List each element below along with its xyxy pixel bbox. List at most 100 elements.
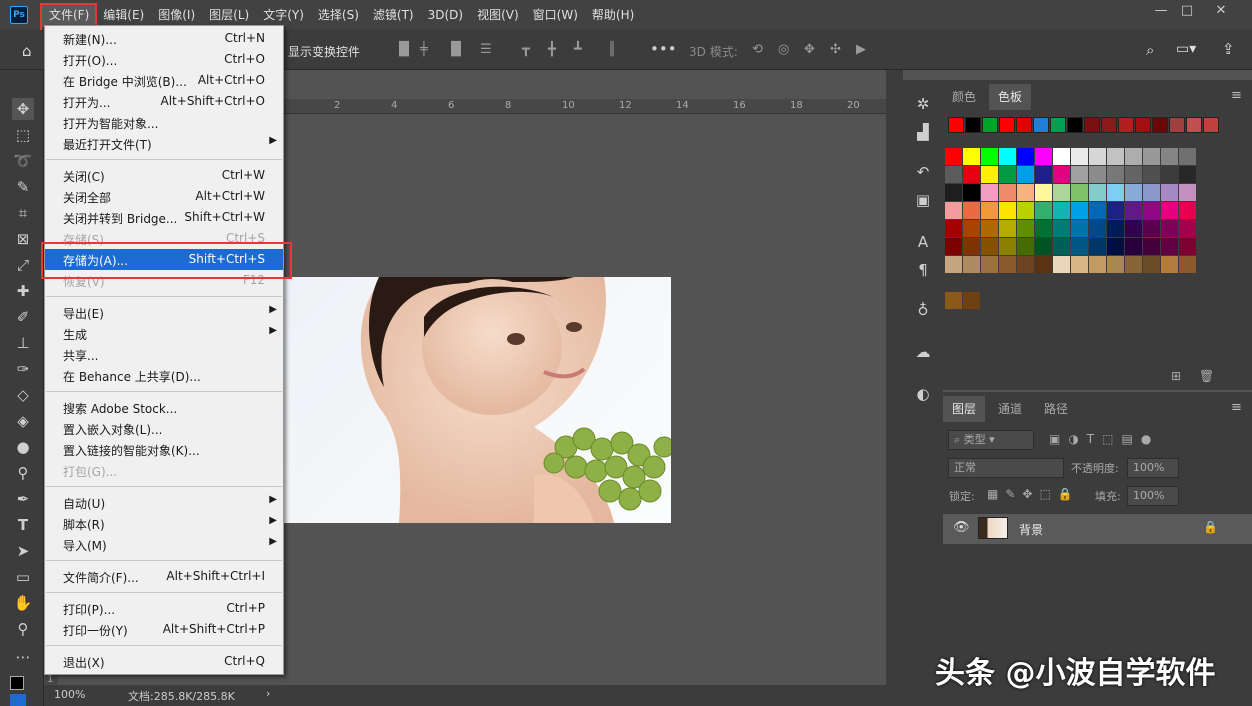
maximize-button[interactable]: □ [1170, 0, 1204, 24]
swatch[interactable] [1179, 166, 1196, 183]
swatch[interactable] [1125, 238, 1142, 255]
swatch[interactable] [1125, 148, 1142, 165]
tab-layers[interactable]: 图层 [943, 396, 986, 422]
file-menu-item[interactable]: 关闭(C) Ctrl+W [45, 165, 283, 186]
file-menu-item[interactable]: 在 Behance 上共享(D)... [45, 365, 283, 386]
character-icon[interactable]: A [913, 232, 933, 252]
swatch[interactable] [963, 292, 980, 309]
file-menu-item[interactable]: 搜索 Adobe Stock... [45, 397, 283, 418]
swatch[interactable] [1143, 184, 1160, 201]
swatch[interactable] [945, 238, 962, 255]
menu-3d[interactable]: 3D(D) [421, 3, 470, 27]
menu-filter[interactable]: 滤镜(T) [366, 3, 421, 27]
swatch[interactable] [1161, 166, 1178, 183]
swatch[interactable] [1017, 148, 1034, 165]
align-left-icon[interactable]: ▐▌ [394, 43, 414, 57]
swatch[interactable] [1035, 184, 1052, 201]
3d-pan-icon[interactable]: ✥ [804, 43, 815, 57]
tab-color[interactable]: 颜色 [943, 84, 985, 110]
swatch[interactable] [963, 256, 980, 273]
align-bottom-icon[interactable]: ┻ [574, 43, 582, 57]
swatch[interactable] [963, 148, 980, 165]
frame-tool-icon[interactable]: ⊠ [12, 228, 34, 250]
panel-menu-icon[interactable]: ≡ [1231, 88, 1242, 103]
distribute-icon[interactable]: ☰ [480, 43, 492, 57]
recent-swatch[interactable] [1118, 117, 1134, 133]
swatch[interactable] [1107, 166, 1124, 183]
swatch[interactable] [1179, 256, 1196, 273]
swatch[interactable] [1089, 166, 1106, 183]
swatch[interactable] [999, 184, 1016, 201]
histogram-icon[interactable]: ▟ [913, 122, 933, 142]
recent-swatch[interactable] [1186, 117, 1202, 133]
healing-brush-tool-icon[interactable]: ✚ [12, 280, 34, 302]
swatch[interactable] [1143, 148, 1160, 165]
swatch[interactable] [1071, 220, 1088, 237]
swatch[interactable] [945, 220, 962, 237]
recent-swatch[interactable] [1084, 117, 1100, 133]
swatch[interactable] [1125, 220, 1142, 237]
file-menu-item[interactable]: 打开为... Alt+Shift+Ctrl+O [45, 91, 283, 112]
menu-view[interactable]: 视图(V) [470, 3, 526, 27]
layers-menu-icon[interactable]: ≡ [1231, 400, 1242, 415]
recent-swatch[interactable] [999, 117, 1015, 133]
swatch[interactable] [1035, 166, 1052, 183]
swatch[interactable] [1017, 256, 1034, 273]
eyedropper-tool-icon[interactable]: ⤢ [12, 254, 34, 276]
swatch[interactable] [1017, 220, 1034, 237]
learn-icon[interactable]: ♁ [913, 300, 933, 320]
3d-roll-icon[interactable]: ◎ [778, 43, 789, 57]
opacity-input[interactable]: 100% [1127, 458, 1179, 478]
file-menu-item[interactable]: 打印一份(Y) Alt+Shift+Ctrl+P [45, 619, 283, 640]
menu-image[interactable]: 图像(I) [151, 3, 202, 27]
fill-input[interactable]: 100% [1127, 486, 1179, 506]
swatch[interactable] [945, 166, 962, 183]
swatch[interactable] [1035, 148, 1052, 165]
adjustments-layer-icon[interactable]: ◐ [913, 384, 933, 404]
history-brush-tool-icon[interactable]: ✑ [12, 358, 34, 380]
swatch[interactable] [1161, 184, 1178, 201]
more-tools-icon[interactable]: ⋯ [12, 646, 34, 668]
file-menu-item[interactable]: 导出(E) ▶ [45, 302, 283, 323]
libraries-icon[interactable]: ☁ [913, 342, 933, 362]
swatch[interactable] [1161, 148, 1178, 165]
swatch[interactable] [1179, 148, 1196, 165]
swatch[interactable] [1053, 238, 1070, 255]
brush-tool-icon[interactable]: ✐ [12, 306, 34, 328]
file-menu-item[interactable]: 置入嵌入对象(L)... [45, 418, 283, 439]
tab-swatches[interactable]: 色板 [989, 84, 1032, 110]
quick-select-tool-icon[interactable]: ✎ [12, 176, 34, 198]
file-menu-item[interactable]: 在 Bridge 中浏览(B)... Alt+Ctrl+O [45, 70, 283, 91]
swatch[interactable] [1017, 166, 1034, 183]
swatch[interactable] [981, 148, 998, 165]
swatch[interactable] [1125, 202, 1142, 219]
crop-tool-icon[interactable]: ⌗ [12, 202, 34, 224]
workspace-icon[interactable]: ▭▾ [1176, 41, 1196, 57]
recent-swatch[interactable] [1101, 117, 1117, 133]
swatch[interactable] [1179, 220, 1196, 237]
swatch[interactable] [1107, 148, 1124, 165]
swatch[interactable] [1071, 256, 1088, 273]
path-select-tool-icon[interactable]: ➤ [12, 540, 34, 562]
swatch[interactable] [1125, 256, 1142, 273]
swatch[interactable] [1179, 184, 1196, 201]
swatch[interactable] [963, 184, 980, 201]
recent-swatch[interactable] [965, 117, 981, 133]
status-arrow-icon[interactable]: › [266, 687, 270, 700]
swatch[interactable] [1071, 238, 1088, 255]
file-menu-item[interactable]: 导入(M) ▶ [45, 534, 283, 555]
swatch[interactable] [1161, 220, 1178, 237]
file-menu-item[interactable]: 打印(P)... Ctrl+P [45, 598, 283, 619]
menu-layer[interactable]: 图层(L) [202, 3, 256, 27]
layer-filter-kind[interactable]: ⌕ 类型 ▾ [948, 430, 1034, 450]
canvas-photo[interactable] [284, 277, 671, 523]
swatch[interactable] [1179, 202, 1196, 219]
swatch[interactable] [1089, 238, 1106, 255]
menu-window[interactable]: 窗口(W) [526, 3, 585, 27]
swatch[interactable] [945, 202, 962, 219]
file-menu-item[interactable]: 文件简介(F)... Alt+Shift+Ctrl+I [45, 566, 283, 587]
swatch[interactable] [963, 166, 980, 183]
swatch[interactable] [981, 220, 998, 237]
menu-type[interactable]: 文字(Y) [256, 3, 311, 27]
recent-swatch[interactable] [982, 117, 998, 133]
